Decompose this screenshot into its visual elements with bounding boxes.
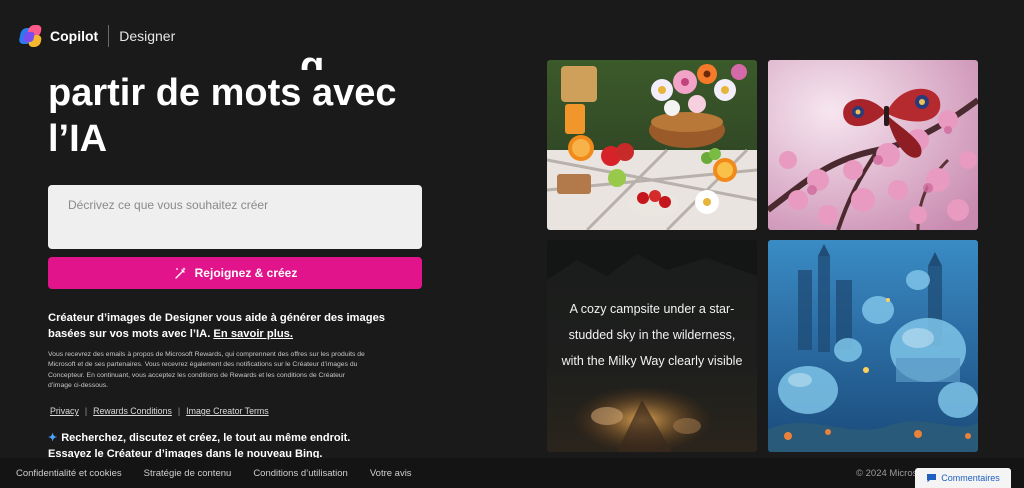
legal-links: Privacy | Rewards Conditions | Image Cre… xyxy=(50,406,269,416)
privacy-link[interactable]: Privacy xyxy=(50,406,79,416)
campsite-caption: A cozy campsite under a star-studded sky… xyxy=(561,302,743,368)
magic-wand-icon xyxy=(173,266,187,280)
prompt-box[interactable] xyxy=(48,185,422,249)
footer-feedback-link[interactable]: Votre avis xyxy=(370,468,412,479)
learn-more-link[interactable]: En savoir plus. xyxy=(213,328,293,340)
gallery-tile-picnic[interactable] xyxy=(547,60,757,230)
join-and-create-label: Rejoignez & créez xyxy=(194,266,298,280)
hero-title-line-1: partir de mots avec xyxy=(48,72,397,114)
promo-line-1: Recherchez, discutez et créez, le tout a… xyxy=(61,432,351,444)
link-separator: | xyxy=(84,406,88,416)
gallery-tile-butterfly[interactable] xyxy=(768,60,978,230)
footer: Confidentialité et cookies Stratégie de … xyxy=(0,458,1024,488)
chat-icon xyxy=(926,473,937,483)
sparkle-icon: ✦ xyxy=(48,432,58,444)
hero-title: partir de mots avec l’IA xyxy=(48,70,468,162)
underwater-city-image xyxy=(768,240,978,452)
butterfly-blossom-image xyxy=(768,60,978,230)
footer-privacy-link[interactable]: Confidentialité et cookies xyxy=(16,468,122,479)
description: Créateur d’images de Designer vous aide … xyxy=(48,310,408,342)
gallery-tile-campsite[interactable]: A cozy campsite under a star-studded sky… xyxy=(547,240,757,452)
prompt-input[interactable] xyxy=(68,198,402,212)
copilot-logo-icon[interactable] xyxy=(18,25,43,47)
footer-terms-link[interactable]: Conditions d’utilisation xyxy=(253,468,348,479)
hero-title-clipped-glyph: g xyxy=(300,44,325,70)
image-creator-terms-link[interactable]: Image Creator Terms xyxy=(186,406,268,416)
gallery-tile-underwater-city[interactable] xyxy=(768,240,978,452)
join-and-create-button[interactable]: Rejoignez & créez xyxy=(48,257,422,289)
feedback-button[interactable]: Commentaires xyxy=(915,468,1011,488)
feedback-label: Commentaires xyxy=(941,473,1000,483)
hero-title-clipped-line: g xyxy=(48,34,428,70)
footer-content-policy-link[interactable]: Stratégie de contenu xyxy=(144,468,232,479)
picnic-flowers-image xyxy=(547,60,757,230)
rewards-fineprint: Vous recevrez des emails à propos de Mic… xyxy=(48,351,365,389)
link-separator: | xyxy=(177,406,181,416)
rewards-conditions-link[interactable]: Rewards Conditions xyxy=(93,406,172,416)
hero-title-line-2: l’IA xyxy=(48,118,108,160)
